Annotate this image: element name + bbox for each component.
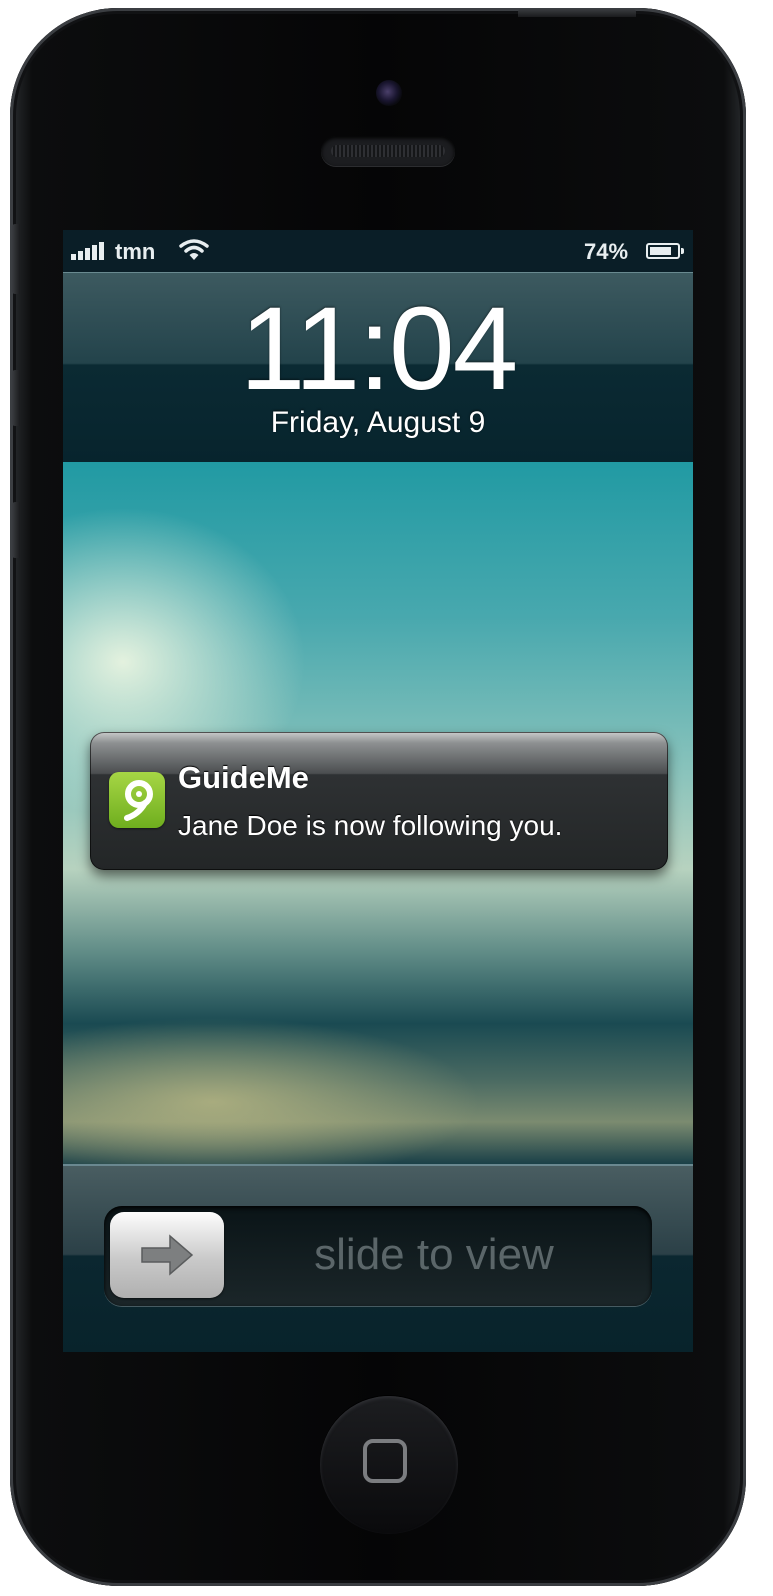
unlock-bar: slide to view — [63, 1164, 693, 1352]
notification-message: Jane Doe is now following you. — [178, 810, 563, 841]
map-pin-icon — [124, 780, 153, 821]
battery-percent: 74% — [584, 239, 629, 264]
arrow-right-icon — [141, 1234, 194, 1276]
home-button[interactable] — [320, 1396, 458, 1534]
home-square-icon — [363, 1439, 407, 1483]
signal-icon — [71, 242, 104, 260]
clock-bar: 11:04 Friday, August 9 — [63, 272, 693, 462]
volume-up-button[interactable] — [12, 370, 20, 426]
guideme-app-icon — [109, 772, 165, 828]
lock-clock: 11:04 — [239, 283, 519, 415]
power-button[interactable] — [518, 9, 636, 17]
carrier-name: tmn — [115, 239, 156, 264]
wifi-icon — [179, 239, 209, 260]
lock-screen: tmn 74% 11:04 Friday, August 9 GuideMe J… — [63, 230, 693, 1352]
status-bar: tmn 74% — [63, 230, 693, 272]
mute-switch[interactable] — [12, 224, 20, 294]
notification-banner[interactable]: GuideMe Jane Doe is now following you. — [90, 732, 668, 870]
slide-knob[interactable] — [110, 1212, 224, 1298]
volume-down-button[interactable] — [12, 502, 20, 558]
front-camera — [376, 80, 402, 106]
slide-to-view-label: slide to view — [314, 1230, 554, 1279]
notification-app-name: GuideMe — [178, 760, 309, 795]
earpiece-speaker — [321, 136, 455, 166]
lock-date: Friday, August 9 — [270, 406, 486, 439]
battery-icon — [646, 243, 684, 259]
slide-track: slide to view — [104, 1206, 652, 1306]
